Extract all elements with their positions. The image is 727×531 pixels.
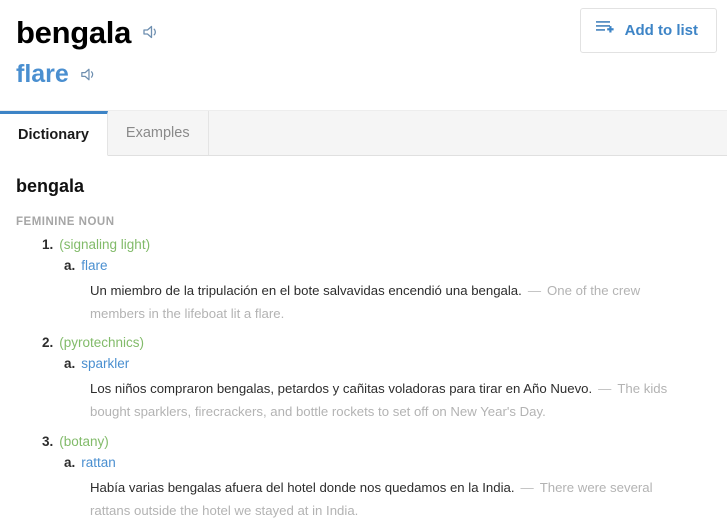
example-sentence: Los niños compraron bengalas, petardos y… <box>16 378 711 423</box>
subsense-letter: a. <box>64 258 76 273</box>
tab-examples-label: Examples <box>125 125 190 141</box>
sense-item: 2. (pyrotechnics) a. sparkler Los niños … <box>16 335 711 423</box>
dictionary-entry: bengala FEMININE NOUN 1. (signaling ligh… <box>0 156 727 522</box>
example-source: Un miembro de la tripulación en el bote … <box>90 283 522 298</box>
part-of-speech-label: FEMININE NOUN <box>16 216 115 228</box>
subsense-translation[interactable]: rattan <box>81 455 116 470</box>
sense-context: (signaling light) <box>59 237 151 252</box>
translation-row: flare <box>16 56 711 92</box>
example-source: Los niños compraron bengalas, petardos y… <box>90 381 593 397</box>
subsense-heading: a. rattan <box>16 455 711 470</box>
page-header: bengala flare Add to list <box>0 0 727 110</box>
sense-heading: 1. (signaling light) <box>16 237 711 252</box>
primary-translation: flare <box>16 59 69 88</box>
example-separator: — <box>598 381 612 397</box>
subsense-translation[interactable]: flare <box>81 258 107 273</box>
tab-dictionary-label: Dictionary <box>18 126 89 143</box>
subsense-translation[interactable]: sparkler <box>81 356 129 371</box>
subsense-heading: a. flare <box>16 258 711 273</box>
list-add-icon <box>595 19 615 42</box>
page-title: bengala <box>16 14 132 50</box>
sense-number: 3. <box>42 433 54 449</box>
tab-examples[interactable]: Examples <box>107 111 209 155</box>
speaker-icon[interactable] <box>141 22 161 42</box>
subsense-letter: a. <box>64 356 76 372</box>
speaker-icon[interactable] <box>79 65 98 84</box>
sense-list: 1. (signaling light) a. flare Un miembro… <box>16 237 711 522</box>
sense-context: (pyrotechnics) <box>59 335 145 351</box>
add-to-list-button[interactable]: Add to list <box>579 8 717 53</box>
sense-context: (botany) <box>59 433 109 449</box>
example-separator: — <box>527 283 541 298</box>
subsense-heading: a. sparkler <box>16 356 711 371</box>
sense-number: 1. <box>42 237 54 252</box>
add-to-list-label: Add to list <box>624 22 698 39</box>
sense-item: 1. (signaling light) a. flare Un miembro… <box>16 237 711 325</box>
entry-headword: bengala <box>16 176 85 196</box>
sense-number: 2. <box>42 335 54 351</box>
sense-heading: 3. (botany) <box>16 434 711 449</box>
sense-item: 3. (botany) a. rattan Había varias benga… <box>16 434 711 522</box>
example-sentence: Un miembro de la tripulación en el bote … <box>16 280 711 325</box>
tab-dictionary[interactable]: Dictionary <box>0 111 108 156</box>
example-separator: — <box>520 479 534 495</box>
subsense-letter: a. <box>64 454 76 470</box>
tab-bar: Dictionary Examples <box>0 110 727 156</box>
example-sentence: Había varias bengalas afuera del hotel d… <box>16 477 711 522</box>
sense-heading: 2. (pyrotechnics) <box>16 335 711 350</box>
example-source: Había varias bengalas afuera del hotel d… <box>90 479 515 495</box>
